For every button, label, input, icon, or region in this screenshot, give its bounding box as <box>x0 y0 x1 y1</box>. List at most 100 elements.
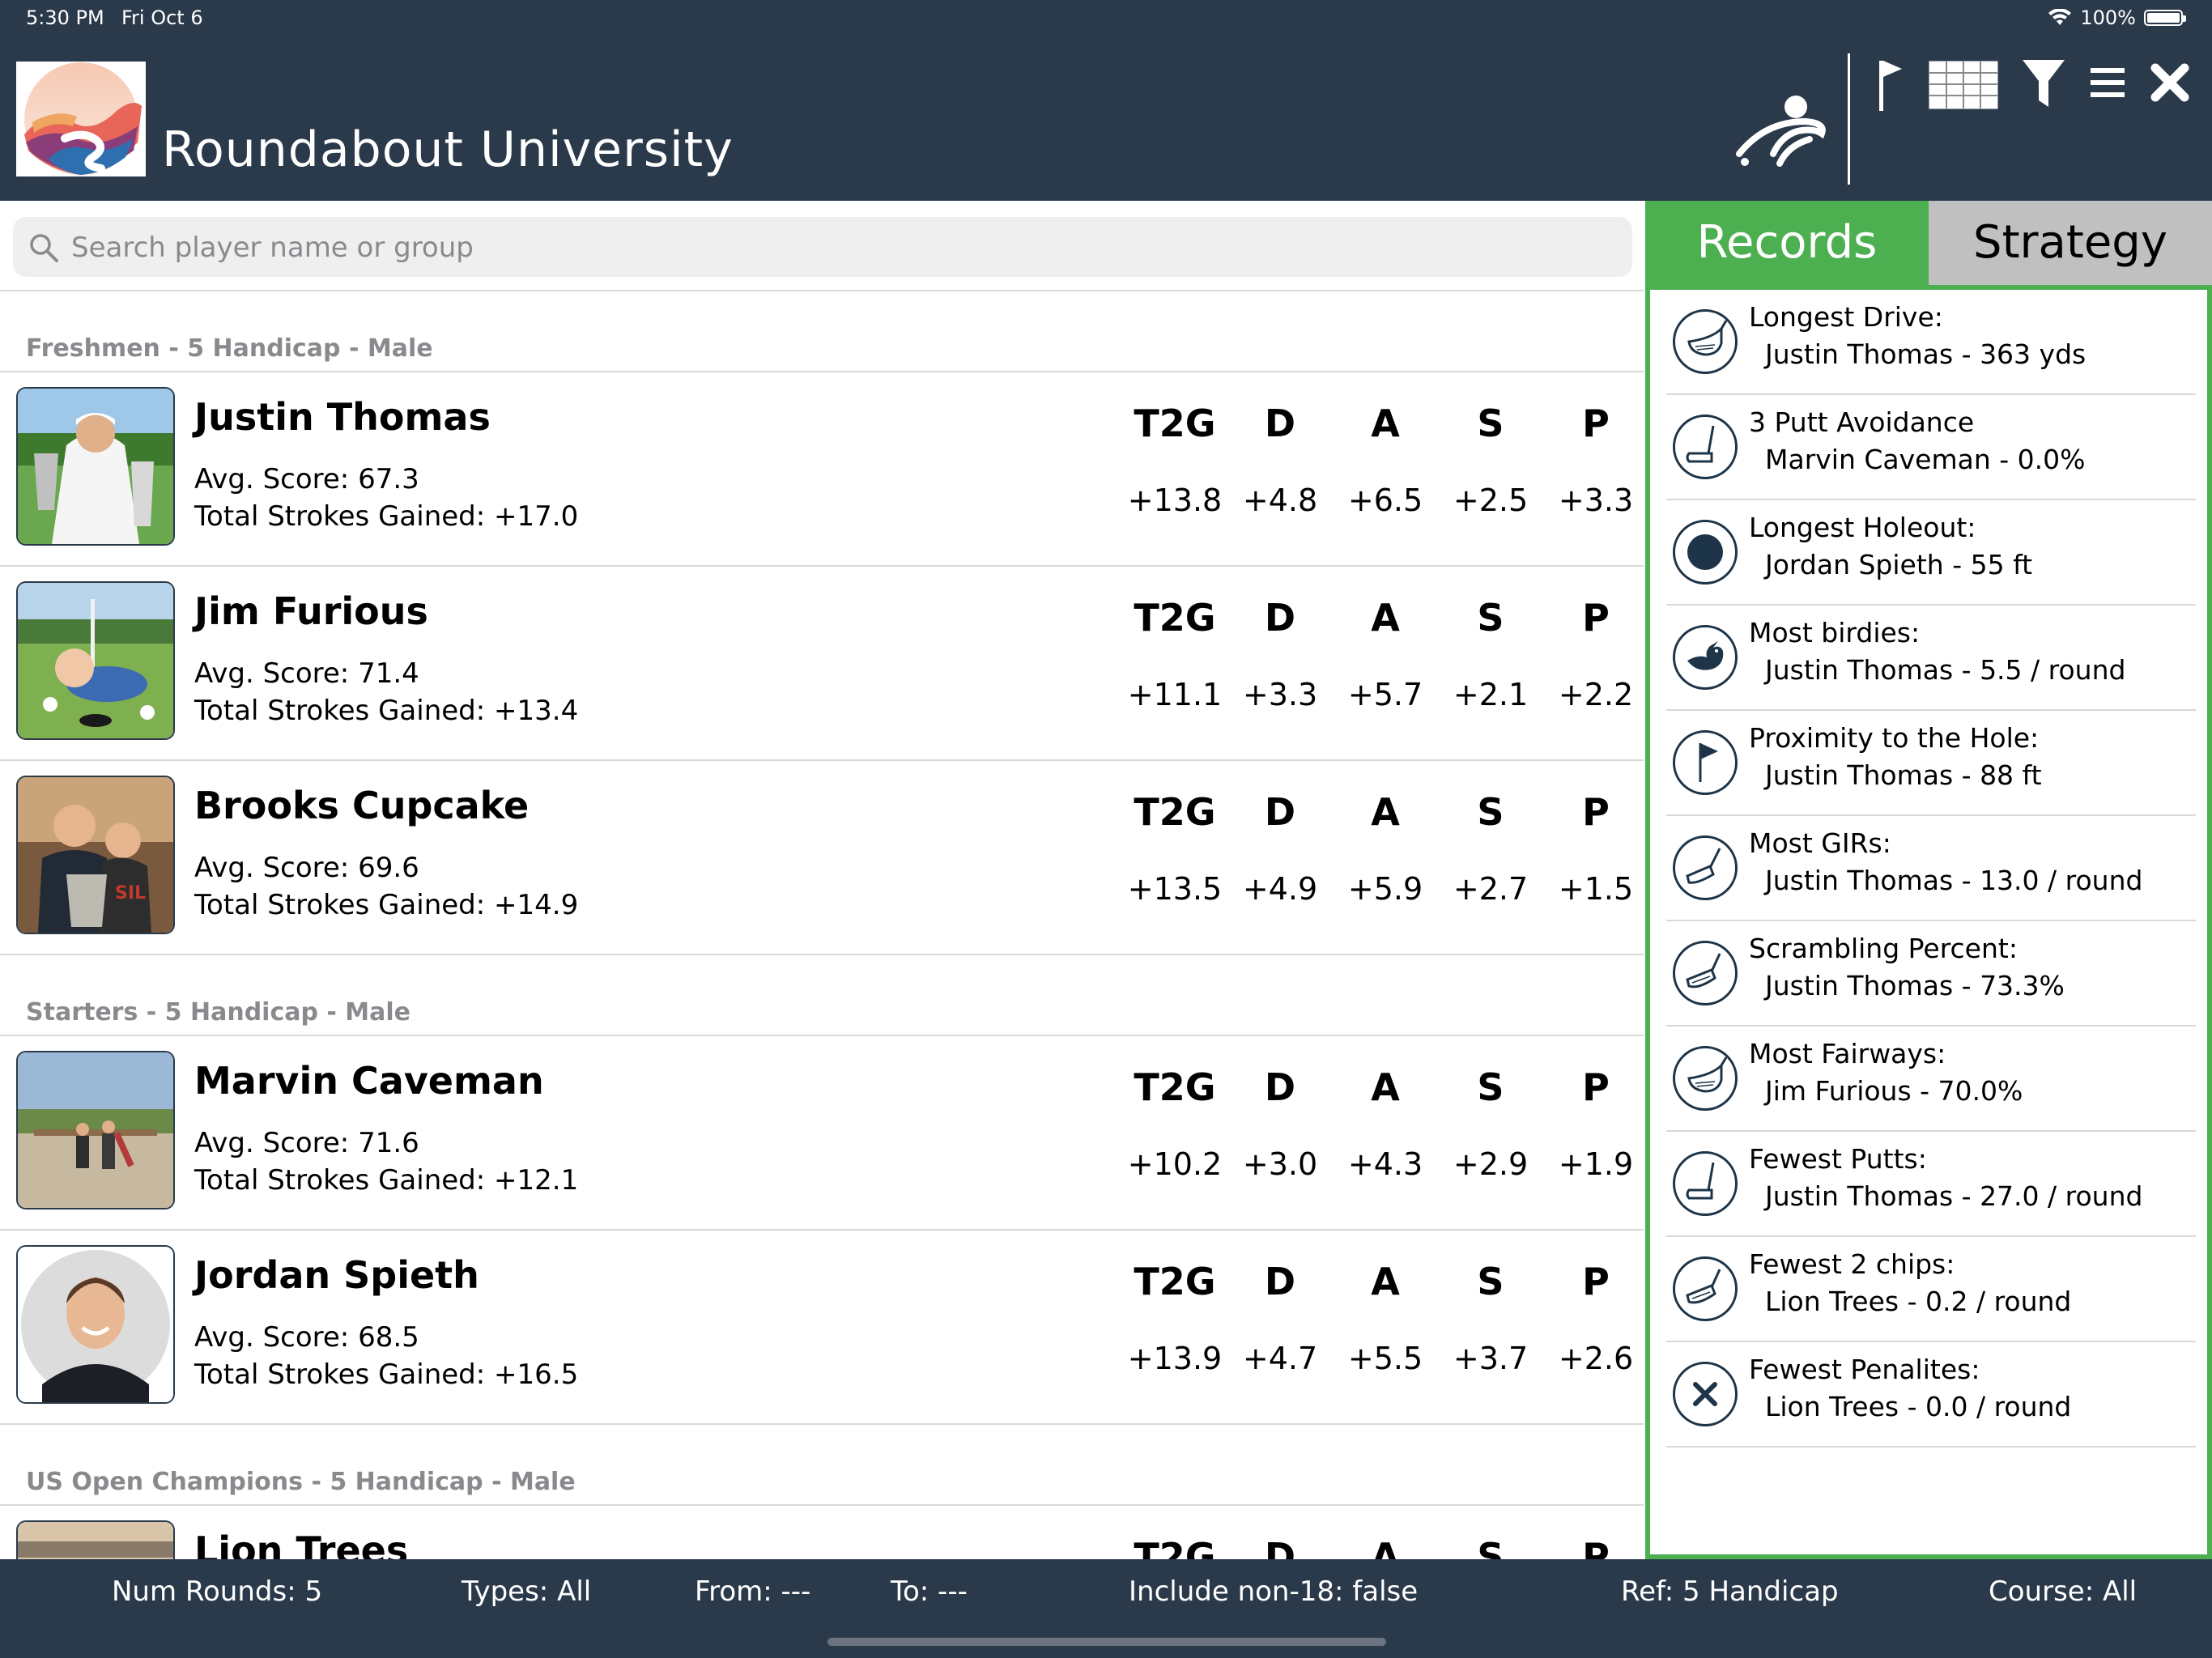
stat-p: +1.9 <box>1558 1146 1634 1182</box>
record-title: 3 Putt Avoidance <box>1749 406 1975 438</box>
record-item[interactable]: Longest Drive: Justin Thomas - 363 yds <box>1666 290 2196 395</box>
record-item[interactable]: Most birdies: Justin Thomas - 5.5 / roun… <box>1666 606 2196 711</box>
record-item[interactable]: Most GIRs: Justin Thomas - 13.0 / round <box>1666 816 2196 921</box>
record-item[interactable]: Proximity to the Hole: Justin Thomas - 8… <box>1666 711 2196 816</box>
record-title: Most Fairways: <box>1749 1038 1946 1069</box>
stat-header-p: P <box>1582 596 1610 640</box>
player-row[interactable]: Lion Trees T2G D A S P <box>0 1506 1644 1561</box>
home-indicator[interactable] <box>827 1638 1386 1646</box>
stat-header-a: A <box>1371 402 1400 445</box>
record-value: Jordan Spieth - 55 ft <box>1765 549 2033 580</box>
stat-header-s: S <box>1477 790 1504 834</box>
table-view-icon[interactable] <box>1927 57 2000 113</box>
to-date[interactable]: To: --- <box>891 1575 968 1608</box>
record-value: Lion Trees - 0.0 / round <box>1765 1391 2072 1422</box>
menu-icon[interactable] <box>2087 60 2128 105</box>
stat-header-s: S <box>1477 1260 1504 1303</box>
record-item[interactable]: 3 Putt Avoidance Marvin Caveman - 0.0% <box>1666 395 2196 500</box>
record-value: Jim Furious - 70.0% <box>1765 1075 2023 1107</box>
stat-d: +4.9 <box>1242 871 1318 907</box>
stat-t2g: +11.1 <box>1127 677 1223 712</box>
stat-header-s: S <box>1477 596 1504 640</box>
total-strokes-gained: Total Strokes Gained: +13.4 <box>194 695 579 727</box>
stat-a: +6.5 <box>1347 483 1423 518</box>
record-item[interactable]: Longest Holeout: Jordan Spieth - 55 ft <box>1666 500 2196 606</box>
group-label: Freshmen - 5 Handicap - Male <box>26 334 433 363</box>
tab-records[interactable]: Records <box>1645 201 1929 285</box>
search-input[interactable] <box>70 225 1611 270</box>
golfer-icon[interactable] <box>1733 89 1830 170</box>
player-name: Jordan Spieth <box>194 1253 479 1297</box>
player-avatar <box>16 581 175 740</box>
total-strokes-gained: Total Strokes Gained: +12.1 <box>194 1164 579 1197</box>
stat-header-a: A <box>1371 1260 1400 1303</box>
stat-s: +2.1 <box>1453 677 1529 712</box>
types-filter[interactable]: Types: All <box>462 1575 591 1608</box>
player-name: Marvin Caveman <box>194 1059 544 1103</box>
header-divider <box>1848 53 1850 185</box>
player-row[interactable]: SIL Brooks Cupcake Avg. Score: 69.6 Tota… <box>0 761 1644 955</box>
from-date[interactable]: From: --- <box>695 1575 810 1608</box>
app-title: Roundabout University <box>162 121 734 178</box>
total-strokes-gained: Total Strokes Gained: +14.9 <box>194 889 579 921</box>
stat-s: +2.7 <box>1453 871 1529 907</box>
record-item[interactable]: Most Fairways: Jim Furious - 70.0% <box>1666 1027 2196 1132</box>
putter-icon <box>1673 1151 1738 1216</box>
record-title: Fewest Penalites: <box>1749 1354 1980 1385</box>
stat-p: +3.3 <box>1558 483 1634 518</box>
wedge-icon <box>1673 1256 1738 1321</box>
record-title: Longest Drive: <box>1749 301 1943 333</box>
player-row[interactable]: Justin Thomas Avg. Score: 67.3 Total Str… <box>0 372 1644 567</box>
stat-t2g: +13.8 <box>1127 483 1223 518</box>
record-value: Justin Thomas - 73.3% <box>1765 970 2065 1001</box>
record-title: Fewest Putts: <box>1749 1143 1927 1175</box>
group-header: US Open Champions - 5 Handicap - Male <box>0 1425 1644 1506</box>
course-filter[interactable]: Course: All <box>1989 1575 2137 1608</box>
include-non18[interactable]: Include non-18: false <box>1129 1575 1418 1608</box>
close-icon[interactable] <box>2147 58 2193 107</box>
player-row[interactable]: Jordan Spieth Avg. Score: 68.5 Total Str… <box>0 1231 1644 1425</box>
player-row[interactable]: Marvin Caveman Avg. Score: 71.6 Total St… <box>0 1036 1644 1231</box>
filter-summary-bar: Num Rounds: 5 Types: All From: --- To: -… <box>0 1559 2212 1658</box>
group-label: US Open Champions - 5 Handicap - Male <box>26 1468 576 1496</box>
stat-header-p: P <box>1582 1535 1610 1561</box>
stat-header-d: D <box>1264 1535 1296 1561</box>
wedge-icon <box>1673 941 1738 1005</box>
stat-header-a: A <box>1371 1535 1400 1561</box>
stat-header-a: A <box>1371 1065 1400 1109</box>
player-list: Freshmen - 5 Handicap - Male Justin Thom… <box>0 290 1644 1561</box>
tab-strategy[interactable]: Strategy <box>1929 201 2212 285</box>
stat-a: +5.5 <box>1347 1341 1423 1376</box>
stat-s: +3.7 <box>1453 1341 1529 1376</box>
stat-d: +4.8 <box>1242 483 1318 518</box>
record-item[interactable]: Fewest Putts: Justin Thomas - 27.0 / rou… <box>1666 1132 2196 1237</box>
iron-icon <box>1673 835 1738 900</box>
stat-header-s: S <box>1477 1535 1504 1561</box>
driver-icon <box>1673 1046 1738 1111</box>
filter-icon[interactable] <box>2019 55 2068 112</box>
stat-header-p: P <box>1582 1065 1610 1109</box>
stat-header-d: D <box>1264 1065 1296 1109</box>
player-avatar <box>16 387 175 546</box>
stat-s: +2.9 <box>1453 1146 1529 1182</box>
ref-filter[interactable]: Ref: 5 Handicap <box>1621 1575 1839 1608</box>
num-rounds[interactable]: Num Rounds: 5 <box>112 1575 322 1608</box>
avg-score: Avg. Score: 69.6 <box>194 852 419 884</box>
stat-header-s: S <box>1477 1065 1504 1109</box>
search-icon <box>30 234 58 262</box>
status-date: Fri Oct 6 <box>121 6 203 29</box>
stat-t2g: +13.9 <box>1127 1341 1223 1376</box>
flag-button-icon[interactable] <box>1870 53 1911 118</box>
record-title: Most birdies: <box>1749 617 1921 648</box>
player-row[interactable]: Jim Furious Avg. Score: 71.4 Total Strok… <box>0 567 1644 761</box>
stat-s: +2.5 <box>1453 483 1529 518</box>
record-item[interactable]: Scrambling Percent: Justin Thomas - 73.3… <box>1666 921 2196 1027</box>
record-item[interactable]: Fewest Penalites: Lion Trees - 0.0 / rou… <box>1666 1342 2196 1448</box>
record-value: Justin Thomas - 5.5 / round <box>1765 654 2126 686</box>
record-item[interactable]: Fewest 2 chips: Lion Trees - 0.2 / round <box>1666 1237 2196 1342</box>
records-panel: Records Strategy Longest Drive: Justin T… <box>1645 201 2212 1559</box>
record-value: Justin Thomas - 88 ft <box>1765 759 2042 791</box>
stat-header-d: D <box>1264 1260 1296 1303</box>
stat-p: +2.6 <box>1558 1341 1634 1376</box>
stat-a: +5.9 <box>1347 871 1423 907</box>
